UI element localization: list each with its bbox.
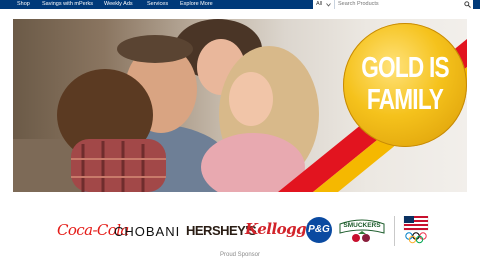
search-input[interactable] — [338, 0, 458, 9]
search-box — [335, 0, 473, 9]
nav-item-explore-more[interactable]: Explore More — [180, 0, 213, 9]
hero-headline-line2: FAMILY — [366, 84, 444, 116]
nav-item-shop[interactable]: Shop — [17, 0, 30, 9]
top-navigation: Shop Savings with mPerks Weekly Ads Serv… — [0, 0, 480, 9]
gold-medal-badge: GOLD IS FAMILY — [343, 23, 467, 147]
search-scope-value: All — [316, 1, 323, 7]
hero-banner[interactable]: GOLD IS FAMILY — [13, 19, 467, 192]
proud-sponsor-caption: Proud Sponsor — [219, 252, 261, 258]
nav-item-services[interactable]: Services — [147, 0, 168, 9]
hero-headline-line1: GOLD IS — [361, 52, 449, 84]
smuckers-logo-text: SMUCKERS — [343, 222, 381, 229]
sponsor-divider — [394, 216, 395, 246]
pg-logo[interactable]: P&G — [306, 217, 332, 243]
nav-item-weekly-ads[interactable]: Weekly Ads — [104, 0, 133, 9]
search-icon[interactable] — [464, 1, 471, 8]
chevron-down-icon — [326, 3, 331, 7]
smuckers-logo[interactable]: SMUCKERS — [338, 218, 386, 244]
nav-item-savings[interactable]: Savings with mPerks — [42, 0, 93, 9]
search-scope-select[interactable]: All — [313, 0, 335, 9]
team-usa-logo[interactable] — [402, 216, 430, 246]
chobani-logo[interactable]: CHOBANI — [114, 224, 180, 239]
